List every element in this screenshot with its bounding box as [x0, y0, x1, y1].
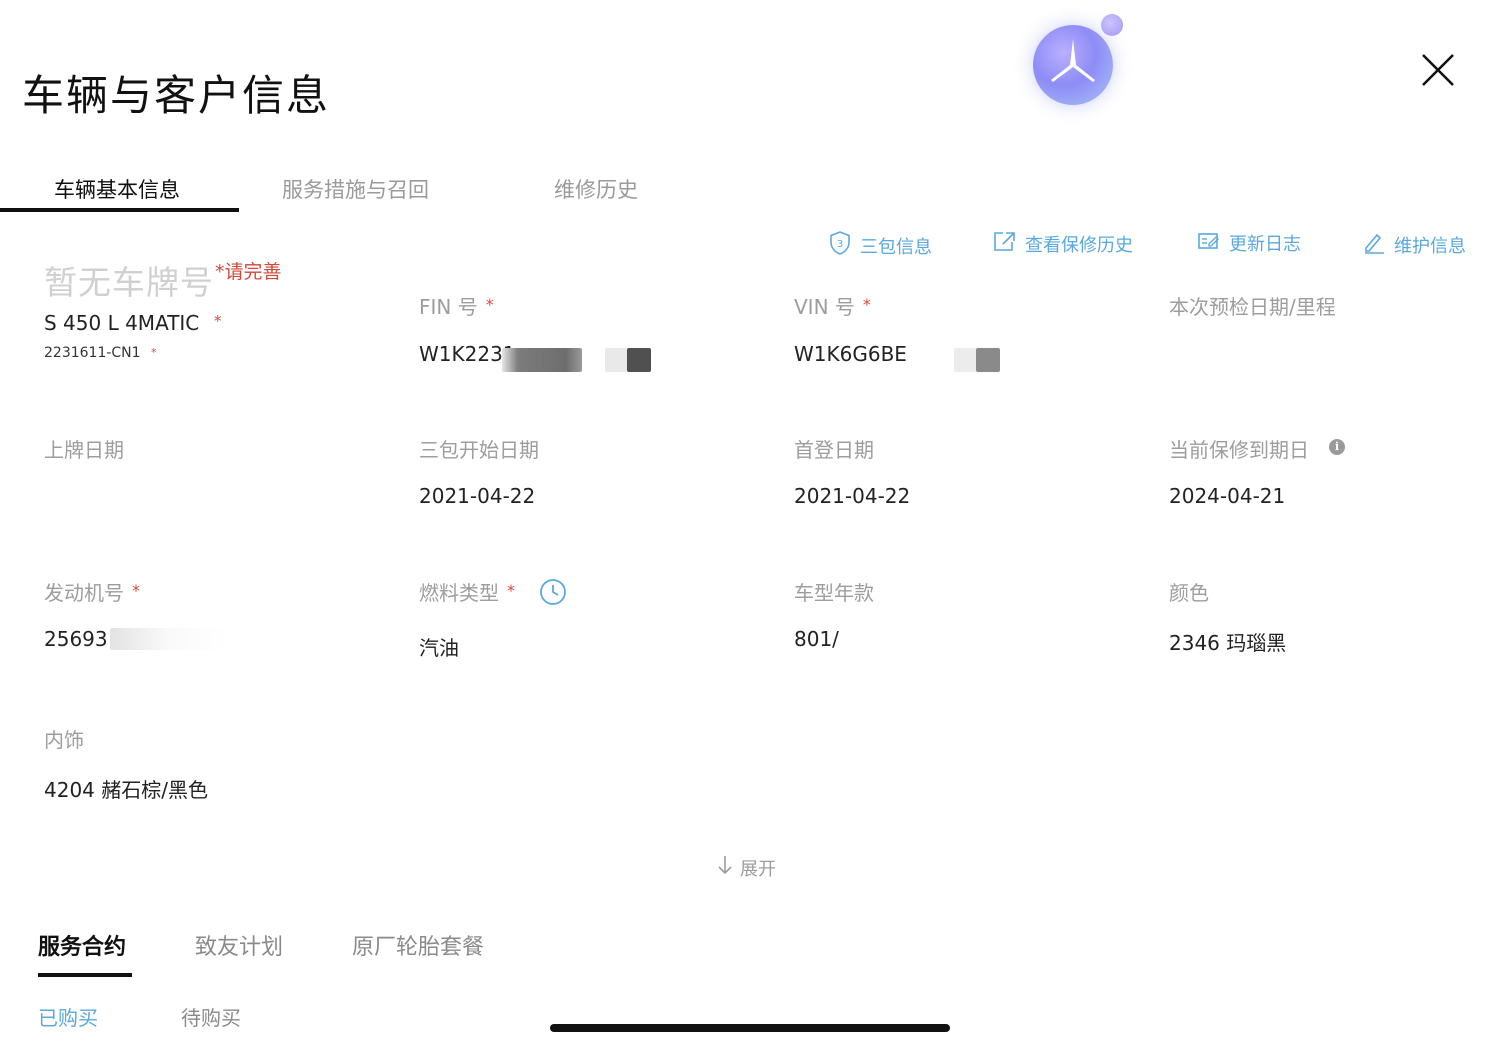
warranty-info-button[interactable]: 3 三包信息: [828, 230, 932, 261]
tab-service-measures-recall[interactable]: 服务措施与召回: [282, 174, 429, 204]
view-warranty-history-label: 查看保修历史: [1025, 234, 1133, 256]
vin-label-text: VIN 号: [794, 295, 855, 319]
required-mark: *: [132, 581, 140, 600]
redacted-block: [605, 348, 627, 372]
fuel-type-label-text: 燃料类型: [419, 581, 499, 605]
redacted-block: [976, 348, 1000, 372]
plate-required-note: *请完善: [215, 261, 282, 283]
required-mark: *: [151, 346, 157, 359]
warranty-end-label: 当前保修到期日: [1169, 438, 1309, 462]
fuel-type-value: 汽油: [419, 636, 459, 660]
first-registration-label: 首登日期: [794, 438, 874, 462]
redacted-block: [110, 628, 230, 650]
info-icon[interactable]: i: [1329, 439, 1345, 455]
home-indicator[interactable]: [550, 1024, 950, 1032]
vin-label: VIN 号 *: [794, 291, 871, 320]
tab-tire-package[interactable]: 原厂轮胎套餐: [352, 929, 484, 961]
model-year-label: 车型年款: [794, 581, 874, 605]
tab-repair-history[interactable]: 维修历史: [554, 174, 638, 204]
warranty-start-label: 三包开始日期: [419, 438, 539, 462]
interior-value: 4204 赭石棕/黑色: [44, 778, 208, 802]
vehicle-code: 2231611-CN1: [44, 345, 141, 361]
redacted-block: [627, 348, 651, 372]
vehicle-model: S 450 L 4MATIC: [44, 311, 200, 335]
model-year-value: 801/: [794, 627, 839, 651]
shield-three-icon: 3: [828, 230, 852, 261]
tab-to-purchase[interactable]: 待购买: [181, 1002, 241, 1031]
redacted-block: [954, 348, 976, 372]
engine-number-value: 25693: [44, 627, 108, 651]
engine-number-label-text: 发动机号: [44, 581, 124, 605]
first-registration-value: 2021-04-22: [794, 484, 911, 508]
external-link-icon: [993, 230, 1017, 257]
fin-label-text: FIN 号: [419, 295, 478, 319]
maintenance-info-label: 维护信息: [1394, 235, 1466, 257]
clock-icon[interactable]: [539, 578, 567, 610]
required-mark: *: [214, 312, 222, 330]
vin-value: W1K6G6BE: [794, 342, 907, 366]
color-label: 颜色: [1169, 581, 1209, 605]
warranty-info-label: 三包信息: [860, 236, 932, 258]
mercedes-star-icon[interactable]: [1033, 25, 1113, 105]
required-mark: *: [862, 295, 871, 314]
update-log-button[interactable]: 更新日志: [1197, 230, 1301, 256]
redacted-block: [502, 348, 582, 372]
warranty-start-value: 2021-04-22: [419, 484, 536, 508]
color-value: 2346 玛瑙黑: [1169, 631, 1287, 655]
tab-purchased[interactable]: 已购买: [38, 1002, 98, 1031]
close-icon[interactable]: [1418, 50, 1458, 90]
active-tab-underline: [0, 208, 239, 212]
tab-loyalty-plan[interactable]: 致友计划: [195, 929, 283, 961]
page-title: 车辆与客户信息: [22, 71, 331, 120]
maintenance-info-button[interactable]: 维护信息: [1362, 230, 1466, 259]
arrow-down-icon: [716, 854, 734, 881]
expand-button[interactable]: 展开: [716, 854, 776, 881]
tab-service-contract[interactable]: 服务合约: [38, 929, 126, 961]
fin-label: FIN 号 *: [419, 291, 494, 320]
svg-text:3: 3: [837, 239, 843, 250]
main-tabs: 车辆基本信息 服务措施与召回 维修历史: [0, 160, 700, 214]
warranty-end-value: 2024-04-21: [1169, 484, 1286, 508]
tab-vehicle-basic-info[interactable]: 车辆基本信息: [54, 174, 180, 204]
expand-label: 展开: [740, 858, 776, 880]
interior-label: 内饰: [44, 728, 84, 752]
view-warranty-history-button[interactable]: 查看保修历史: [993, 230, 1133, 257]
plate-number-placeholder[interactable]: 暂无车牌号: [44, 256, 214, 304]
update-log-label: 更新日志: [1229, 234, 1301, 255]
active-subtab-underline: [38, 973, 132, 977]
plate-date-label: 上牌日期: [44, 438, 124, 462]
fuel-type-label: 燃料类型 *: [419, 577, 515, 606]
required-mark: *: [485, 295, 494, 314]
engine-number-label: 发动机号 *: [44, 577, 140, 606]
inspection-label: 本次预检日期/里程: [1169, 295, 1336, 319]
edit-log-icon: [1197, 231, 1221, 256]
required-mark: *: [507, 581, 515, 600]
pencil-icon: [1362, 230, 1386, 259]
